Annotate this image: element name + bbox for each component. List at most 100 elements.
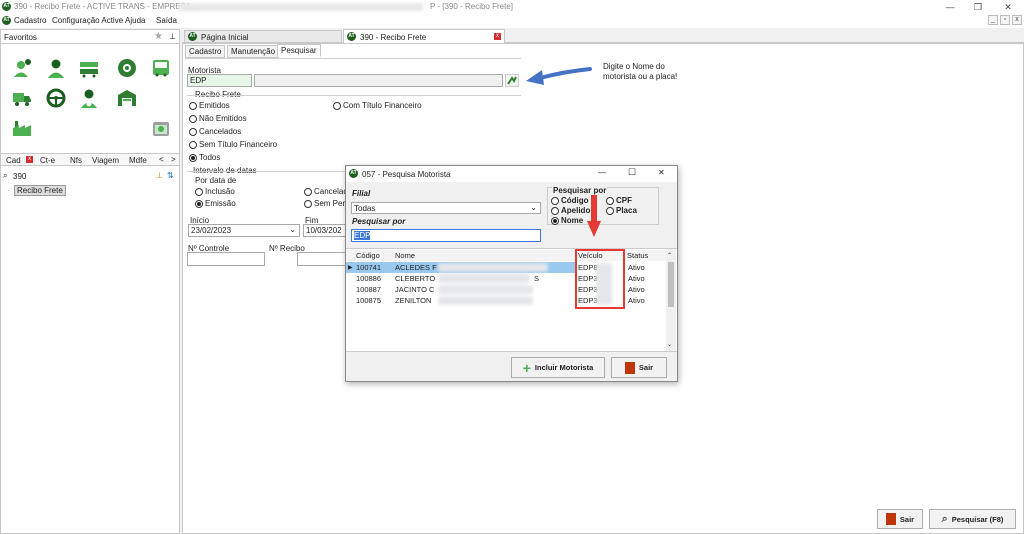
clear-icon[interactable]: ⊥	[156, 171, 163, 180]
scroll-up-icon[interactable]: ⌃	[667, 252, 672, 259]
mdi-restore-button[interactable]: ▫	[1000, 15, 1010, 25]
radio-nome[interactable]: Nome	[551, 216, 583, 225]
star-icon[interactable]: ★	[154, 31, 163, 42]
row-pointer-icon: ▶	[348, 265, 353, 271]
window-title-redacted	[178, 3, 423, 11]
dialog-sair-button[interactable]: Sair	[611, 357, 667, 378]
menu-saida[interactable]: Saída	[156, 16, 177, 25]
steering-wheel-icon[interactable]	[46, 88, 66, 108]
menu-ajuda[interactable]: Ajuda	[125, 16, 145, 25]
radio-codigo[interactable]: Código	[551, 196, 589, 205]
tab-prev-icon[interactable]: <	[159, 155, 164, 164]
radio-nao-emitidos[interactable]: Não Emitidos	[189, 114, 247, 123]
sidebar-search-input[interactable]: 390	[13, 172, 26, 181]
dialog-close-button[interactable]: ✕	[658, 168, 665, 177]
driver-add-icon[interactable]	[12, 58, 32, 78]
tab-next-icon[interactable]: >	[171, 155, 176, 164]
subtab-manutencao[interactable]: Manutenção	[227, 45, 280, 58]
motorista-name-input[interactable]	[254, 74, 503, 87]
document-tab-strip: AT Página Inicial AT 390 - Recibo Frete …	[182, 29, 1024, 43]
radio-apelido[interactable]: Apelido	[551, 206, 590, 215]
radio-emitidos[interactable]: Emitidos	[189, 101, 230, 110]
tree-item-recibo-frete[interactable]: Recibo Frete	[14, 185, 66, 196]
recibo-input[interactable]	[297, 252, 347, 266]
tab-cad[interactable]: Cad	[6, 156, 21, 165]
tab-pagina-inicial-label: Página Inicial	[201, 33, 249, 42]
controle-input[interactable]	[187, 252, 265, 266]
dialog-minimize-button[interactable]: —	[598, 168, 606, 177]
redacted-name	[438, 285, 533, 294]
tree-bullet: ·	[7, 186, 10, 195]
pin-icon[interactable]: ⊥	[169, 32, 176, 41]
factory-icon[interactable]	[12, 118, 32, 138]
subtab-cadastro[interactable]: Cadastro	[185, 45, 226, 58]
plus-icon: +	[522, 359, 531, 376]
trucks-icon[interactable]	[79, 58, 99, 78]
menu-cadastro[interactable]: Cadastro	[14, 16, 46, 25]
red-arrow-icon	[587, 195, 601, 237]
radio-placa[interactable]: Placa	[606, 206, 637, 215]
wheel-icon[interactable]	[117, 58, 137, 78]
radio-sem-periodo[interactable]: Sem Per	[304, 199, 345, 208]
subtab-pesquisar[interactable]: Pesquisar	[277, 44, 321, 57]
sair-button[interactable]: Sair	[877, 509, 923, 529]
sidebar: Favoritos ★ ⊥ Cad x Ct-e Nfs Viagem Mdfe…	[0, 29, 180, 534]
annotation-line1: Digite o Nome do	[603, 62, 665, 71]
favorites-header: Favoritos ★ ⊥	[1, 30, 179, 44]
tab-pagina-inicial[interactable]: AT Página Inicial	[184, 30, 342, 43]
sort-icon[interactable]: ⇅	[167, 171, 174, 180]
recycle-bin-icon[interactable]	[151, 118, 171, 138]
radio-cancelados-data[interactable]: Cancelad	[304, 187, 348, 196]
tab-cte[interactable]: Ct-e	[40, 156, 55, 165]
pesquisar-por-label: Pesquisar por	[352, 217, 406, 226]
radio-com-titulo[interactable]: Com Título Financeiro	[333, 101, 422, 110]
search-by-group: Pesquisar por Código Apelido Nome CPF Pl…	[547, 186, 659, 225]
mdi-minimize-button[interactable]: _	[988, 15, 998, 25]
incluir-motorista-button[interactable]: + Incluir Motorista	[511, 357, 605, 378]
radio-inclusao[interactable]: Inclusão	[195, 187, 235, 196]
radio-cancelados[interactable]: Cancelados	[189, 127, 241, 136]
scroll-down-icon[interactable]: ⌄	[667, 341, 672, 348]
col-nome[interactable]: Nome	[395, 251, 415, 260]
tab-close-icon[interactable]: x	[26, 156, 33, 163]
radio-sem-titulo[interactable]: Sem Título Financeiro	[189, 140, 277, 149]
close-button[interactable]: ✕	[998, 1, 1018, 13]
dialog-title: 057 - Pesquisa Motorista	[362, 170, 451, 179]
motorista-code-input[interactable]: EDP	[187, 74, 252, 87]
radio-todos[interactable]: Todos	[189, 153, 220, 162]
truck-icon[interactable]	[12, 88, 32, 108]
dialog-maximize-button[interactable]: ☐	[628, 167, 636, 178]
mdi-close-button[interactable]: x	[1012, 15, 1022, 25]
exit-door-icon	[624, 361, 635, 374]
veiculo-highlight-box	[575, 249, 625, 309]
scroll-thumb[interactable]	[668, 262, 674, 307]
driver-icon[interactable]	[79, 88, 99, 108]
warehouse-icon[interactable]	[117, 88, 137, 108]
tab-close-icon[interactable]: x	[494, 33, 501, 40]
search-motorista-icon[interactable]	[505, 74, 519, 87]
tab-nfs[interactable]: Nfs	[70, 156, 82, 165]
redacted-name	[438, 274, 530, 283]
inicio-date-input[interactable]: 23/02/2023 ⌄	[188, 224, 300, 237]
pesquisar-input[interactable]: EDP	[351, 229, 541, 242]
filial-select[interactable]: Todas ⌄	[351, 202, 541, 214]
col-status[interactable]: Status	[627, 251, 648, 260]
menu-configuracao[interactable]: Configuração Active	[52, 16, 123, 25]
radio-cpf[interactable]: CPF	[606, 196, 632, 205]
person-icon[interactable]	[46, 58, 66, 78]
window-titlebar: AT 390 - Recibo Frete - ACTIVE TRANS - E…	[0, 0, 1024, 14]
por-data-label: Por data de	[195, 176, 237, 185]
fim-date-input[interactable]: 10/03/202	[303, 224, 347, 237]
dialog-titlebar: AT 057 - Pesquisa Motorista — ☐ ✕	[346, 166, 677, 182]
tab-viagem[interactable]: Viagem	[92, 156, 119, 165]
grid-scrollbar[interactable]: ⌃ ⌄	[666, 249, 676, 351]
minimize-button[interactable]: —	[940, 1, 960, 13]
radio-emissao[interactable]: Emissão	[195, 199, 236, 208]
tab-recibo-frete[interactable]: AT 390 - Recibo Frete x	[343, 29, 505, 43]
col-codigo[interactable]: Código	[356, 251, 380, 260]
maximize-button[interactable]: ❐	[968, 1, 988, 13]
bus-icon[interactable]	[151, 58, 171, 78]
tab-mdfe[interactable]: Mdfe	[129, 156, 147, 165]
pesquisa-motorista-dialog: AT 057 - Pesquisa Motorista — ☐ ✕ Filial…	[345, 165, 678, 382]
pesquisar-button[interactable]: ⌕ Pesquisar (F8)	[929, 509, 1016, 529]
